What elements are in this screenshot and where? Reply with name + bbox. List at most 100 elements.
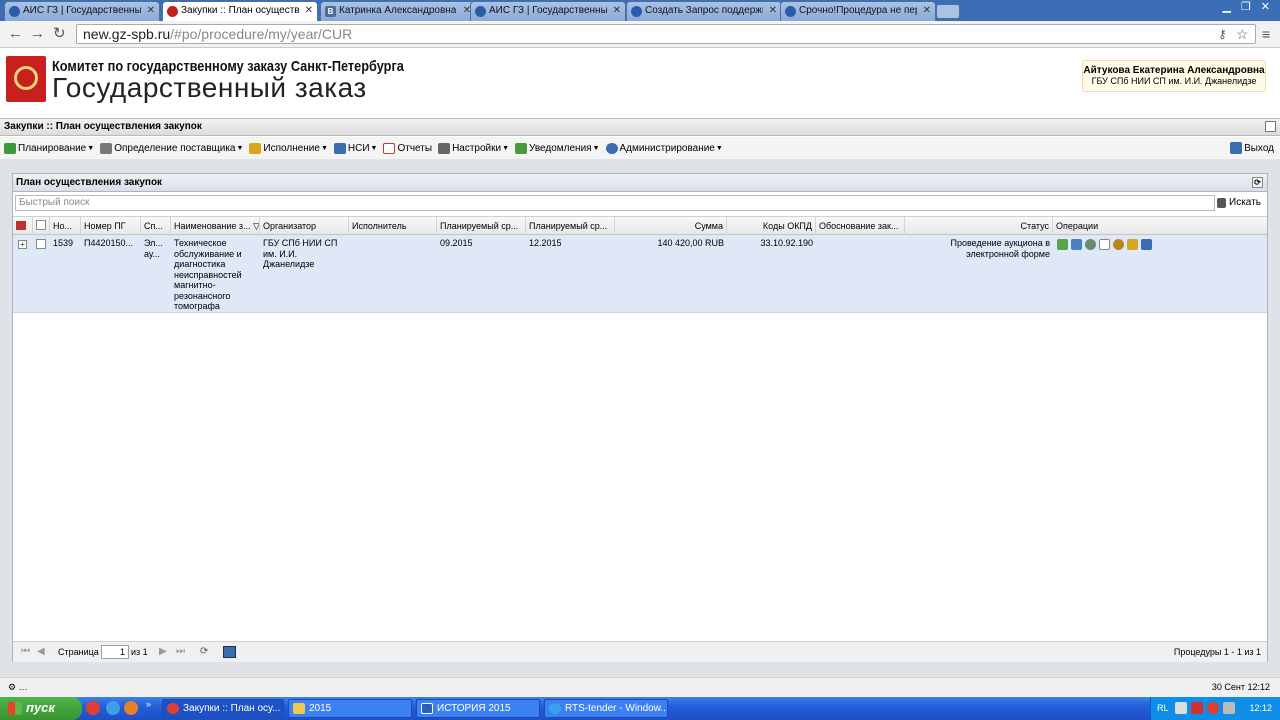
close-icon[interactable]: ✕	[147, 2, 155, 20]
menu-supplier[interactable]: Определение поставщика ▼	[100, 142, 243, 154]
document-icon[interactable]	[1099, 239, 1110, 250]
col-executor[interactable]: Исполнитель	[349, 217, 437, 235]
clock[interactable]: 12:12	[1249, 697, 1272, 719]
back-icon[interactable]: ←	[8, 25, 23, 43]
menu-admin[interactable]: Администрирование ▼	[605, 142, 723, 154]
col-status[interactable]: Статус	[905, 217, 1053, 235]
browser-tab-5[interactable]: Создать Запрос поддержк ✕	[626, 1, 782, 21]
bookmark-star-icon[interactable]: ☆	[1236, 25, 1249, 43]
task-chrome[interactable]: Закупки :: План осу...	[162, 699, 284, 718]
windows-flag-icon	[8, 702, 22, 715]
close-icon[interactable]: ✕	[769, 2, 777, 20]
chart-icon[interactable]	[1071, 239, 1082, 250]
menu-execution[interactable]: Исполнение ▼	[249, 142, 328, 154]
column-header: Но... Номер ПГ Сп... Наименование з... ▽…	[13, 216, 1267, 235]
menu-icon[interactable]: ≡	[1262, 25, 1270, 43]
gz-icon	[167, 6, 178, 17]
browser-tab-6[interactable]: Срочно!Процедура не пер ✕	[780, 1, 936, 21]
cell-planned-start: 09.2015	[440, 238, 473, 248]
breadcrumb: Закупки :: План осуществления закупок	[0, 118, 1280, 136]
browser-tab-2[interactable]: Закупки :: План осуществ ✕	[162, 1, 318, 22]
maximize-panel-icon[interactable]	[1265, 121, 1276, 132]
table-row[interactable]: + 1539 П4420150... Эл... ау... Техническ…	[13, 235, 1267, 313]
folder-icon	[293, 703, 305, 714]
language-indicator[interactable]: RL	[1157, 703, 1169, 713]
stats-icon[interactable]	[1141, 239, 1152, 250]
scroll-icon[interactable]	[1127, 239, 1138, 250]
col-method[interactable]: Сп...	[141, 217, 171, 235]
page-number-input[interactable]: 1	[101, 645, 129, 659]
refresh-icon[interactable]: ⟳	[200, 642, 208, 662]
menu-notifications[interactable]: Уведомления ▼	[515, 142, 600, 154]
clear-filter-icon[interactable]	[13, 217, 33, 235]
row-checkbox[interactable]	[36, 239, 46, 249]
next-page-icon[interactable]: ▶	[159, 642, 167, 662]
col-planned-start[interactable]: Планируемый ср...	[437, 217, 526, 235]
quicklaunch-more-icon[interactable]: »	[146, 699, 151, 709]
task-word[interactable]: ИСТОРИЯ 2015	[416, 699, 540, 718]
dropdown-arrow-icon: ▼	[502, 144, 510, 152]
new-tab-button[interactable]	[936, 4, 960, 19]
close-icon[interactable]: ✕	[613, 2, 621, 20]
status-left: ⚙ …	[8, 682, 28, 692]
browser-tab-3[interactable]: В Катринка Александровна ✕	[320, 1, 476, 21]
supplier-icon	[100, 142, 113, 154]
col-name[interactable]: Наименование з... ▽	[171, 217, 260, 235]
menu-nsi[interactable]: НСИ ▼	[333, 142, 377, 154]
menu-settings[interactable]: Настройки ▼	[438, 142, 510, 154]
minimize-icon[interactable]: ▁	[1222, 0, 1230, 16]
exit-button[interactable]: Выход	[1230, 142, 1274, 154]
col-sum[interactable]: Сумма	[615, 217, 727, 235]
user-info[interactable]: Айтукова Екатерина Александровна ГБУ СПб…	[1082, 60, 1266, 92]
col-organizer[interactable]: Организатор	[260, 217, 349, 235]
exit-icon	[1230, 142, 1243, 154]
group-icon[interactable]	[1085, 239, 1096, 250]
tray-volume-icon[interactable]	[1223, 702, 1235, 714]
close-window-icon[interactable]: ✕	[1261, 0, 1270, 16]
money-icon[interactable]	[1057, 239, 1068, 250]
tray-app-icon[interactable]	[1175, 702, 1187, 714]
forward-icon[interactable]: →	[30, 25, 45, 43]
binoculars-icon	[1217, 198, 1226, 208]
address-bar[interactable]: new.gz-spb.ru/#po/procedure/my/year/CUR	[76, 24, 1256, 44]
prev-page-icon[interactable]: ◀	[37, 642, 45, 662]
close-icon[interactable]: ✕	[305, 2, 313, 20]
col-operations[interactable]: Операции	[1053, 217, 1267, 235]
col-planned-end[interactable]: Планируемый ср...	[526, 217, 615, 235]
expand-row-icon[interactable]: +	[18, 240, 27, 249]
chrome-quicklaunch-icon[interactable]	[86, 701, 100, 715]
emblem-icon[interactable]	[1113, 239, 1124, 250]
col-plan-number[interactable]: Номер ПГ	[81, 217, 141, 235]
cell-method: Эл... ау...	[144, 238, 163, 259]
menu-planning[interactable]: Планирование ▼	[4, 142, 94, 154]
maximize-icon[interactable]: ❐	[1241, 0, 1251, 16]
menu-reports[interactable]: Отчеты	[383, 142, 432, 154]
task-folder[interactable]: 2015	[288, 699, 412, 718]
col-number[interactable]: Но...	[50, 217, 81, 235]
tray-chrome-icon[interactable]	[1207, 702, 1219, 714]
save-icon[interactable]	[223, 646, 236, 658]
ie-quicklaunch-icon[interactable]	[106, 701, 120, 715]
globe-icon	[475, 6, 486, 17]
start-button[interactable]: пуск	[0, 697, 82, 720]
cell-planned-end: 12.2015	[529, 238, 562, 248]
filter-icon[interactable]: ▽	[251, 221, 259, 231]
tray-antivirus-icon[interactable]	[1191, 702, 1203, 714]
browser-tab-strip: АИС ГЗ | Государственный ✕ Закупки :: Пла…	[0, 0, 1280, 22]
first-page-icon[interactable]: ⏮	[21, 642, 30, 662]
browser-tab-4[interactable]: АИС ГЗ | Государственный ✕	[470, 1, 626, 21]
reload-icon[interactable]: ↻	[53, 25, 66, 43]
refresh-panel-icon[interactable]: ⟳	[1252, 177, 1263, 188]
task-ie[interactable]: RTS-tender - Window...	[544, 699, 668, 718]
col-okpd[interactable]: Коды ОКПД	[727, 217, 816, 235]
close-icon[interactable]: ✕	[923, 2, 931, 20]
admin-icon	[605, 142, 618, 154]
browser-tab-1[interactable]: АИС ГЗ | Государственный ✕	[4, 1, 160, 21]
col-basis[interactable]: Обоснование зак...	[816, 217, 905, 235]
firefox-quicklaunch-icon[interactable]	[124, 701, 138, 715]
key-icon[interactable]: ⚷	[1218, 25, 1227, 43]
select-all-checkbox[interactable]	[33, 217, 50, 235]
search-button[interactable]: Искать	[1217, 195, 1265, 211]
quick-search-input[interactable]: Быстрый поиск	[15, 195, 1215, 211]
last-page-icon[interactable]: ⏭	[176, 642, 185, 662]
